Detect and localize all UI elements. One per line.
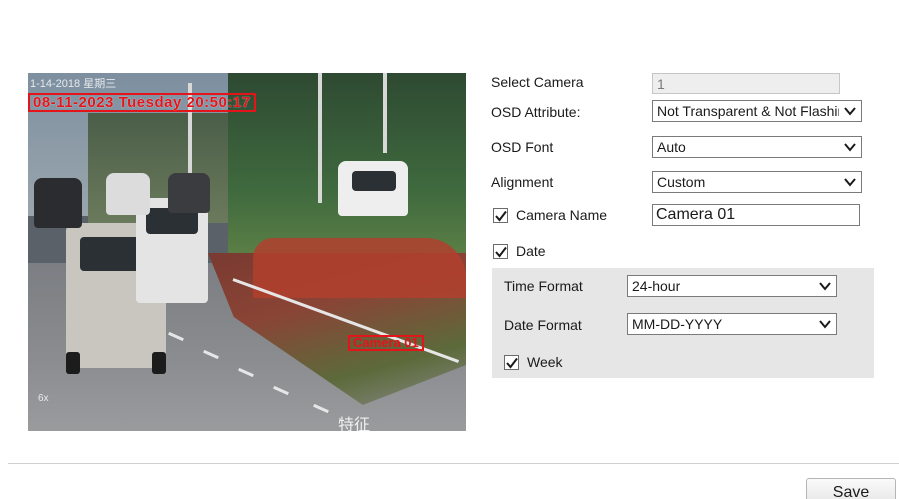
alignment-select[interactable]: Custom [652, 171, 862, 193]
osd-camera-name-overlay[interactable]: Camera 01 [348, 335, 424, 351]
date-format-value: MM-DD-YYYY [632, 316, 723, 332]
osd-attribute-value: Not Transparent & Not Flashing [657, 103, 839, 119]
chevron-down-icon [819, 282, 831, 291]
select-camera-label: Select Camera [491, 74, 584, 90]
osd-corner-text: 特征 [338, 417, 371, 431]
osd-font-value: Auto [657, 139, 686, 155]
osd-font-label: OSD Font [491, 139, 554, 155]
alignment-value: Custom [657, 174, 706, 190]
week-checkbox[interactable] [504, 355, 519, 370]
osd-zoom-text: 6x [38, 393, 49, 404]
preview-pole [383, 73, 387, 153]
checkmark-icon [495, 246, 507, 258]
osd-faint-text: 1-14-2018 星期三 [30, 78, 117, 90]
camera-name-checkbox[interactable] [493, 208, 508, 223]
preview-car [168, 173, 210, 213]
preview-car [338, 161, 408, 216]
chevron-down-icon [844, 143, 856, 152]
preview-flowerbed [253, 238, 466, 298]
osd-font-select[interactable]: Auto [652, 136, 862, 158]
date-format-select[interactable]: MM-DD-YYYY [627, 313, 837, 335]
alignment-label: Alignment [491, 174, 554, 190]
camera-name-input[interactable]: Camera 01 [652, 204, 860, 226]
time-format-select[interactable]: 24-hour [627, 275, 837, 297]
preview-car [106, 173, 150, 215]
date-checkbox[interactable] [493, 244, 508, 259]
chevron-down-icon [844, 178, 856, 187]
checkmark-icon [506, 357, 518, 369]
save-button[interactable]: Save [806, 478, 896, 499]
week-label: Week [527, 354, 563, 370]
preview-car [34, 178, 82, 228]
osd-attribute-label: OSD Attribute: [491, 104, 581, 120]
date-format-label: Date Format [504, 317, 582, 333]
osd-datetime-overlay[interactable]: 08-11-2023 Tuesday 20:50:17 [28, 93, 256, 112]
select-camera-field: 1 [652, 73, 840, 94]
preview-pole [318, 73, 322, 203]
live-preview[interactable]: 1-14-2018 星期三 08-11-2023 Tuesday 20:50:1… [28, 73, 466, 431]
chevron-down-icon [819, 320, 831, 329]
time-format-value: 24-hour [632, 278, 681, 294]
time-format-label: Time Format [504, 278, 583, 294]
footer-divider [8, 463, 899, 464]
checkmark-icon [495, 210, 507, 222]
osd-attribute-select[interactable]: Not Transparent & Not Flashing [652, 100, 862, 122]
date-label: Date [516, 243, 546, 259]
camera-name-label: Camera Name [516, 207, 608, 223]
chevron-down-icon [844, 107, 856, 116]
